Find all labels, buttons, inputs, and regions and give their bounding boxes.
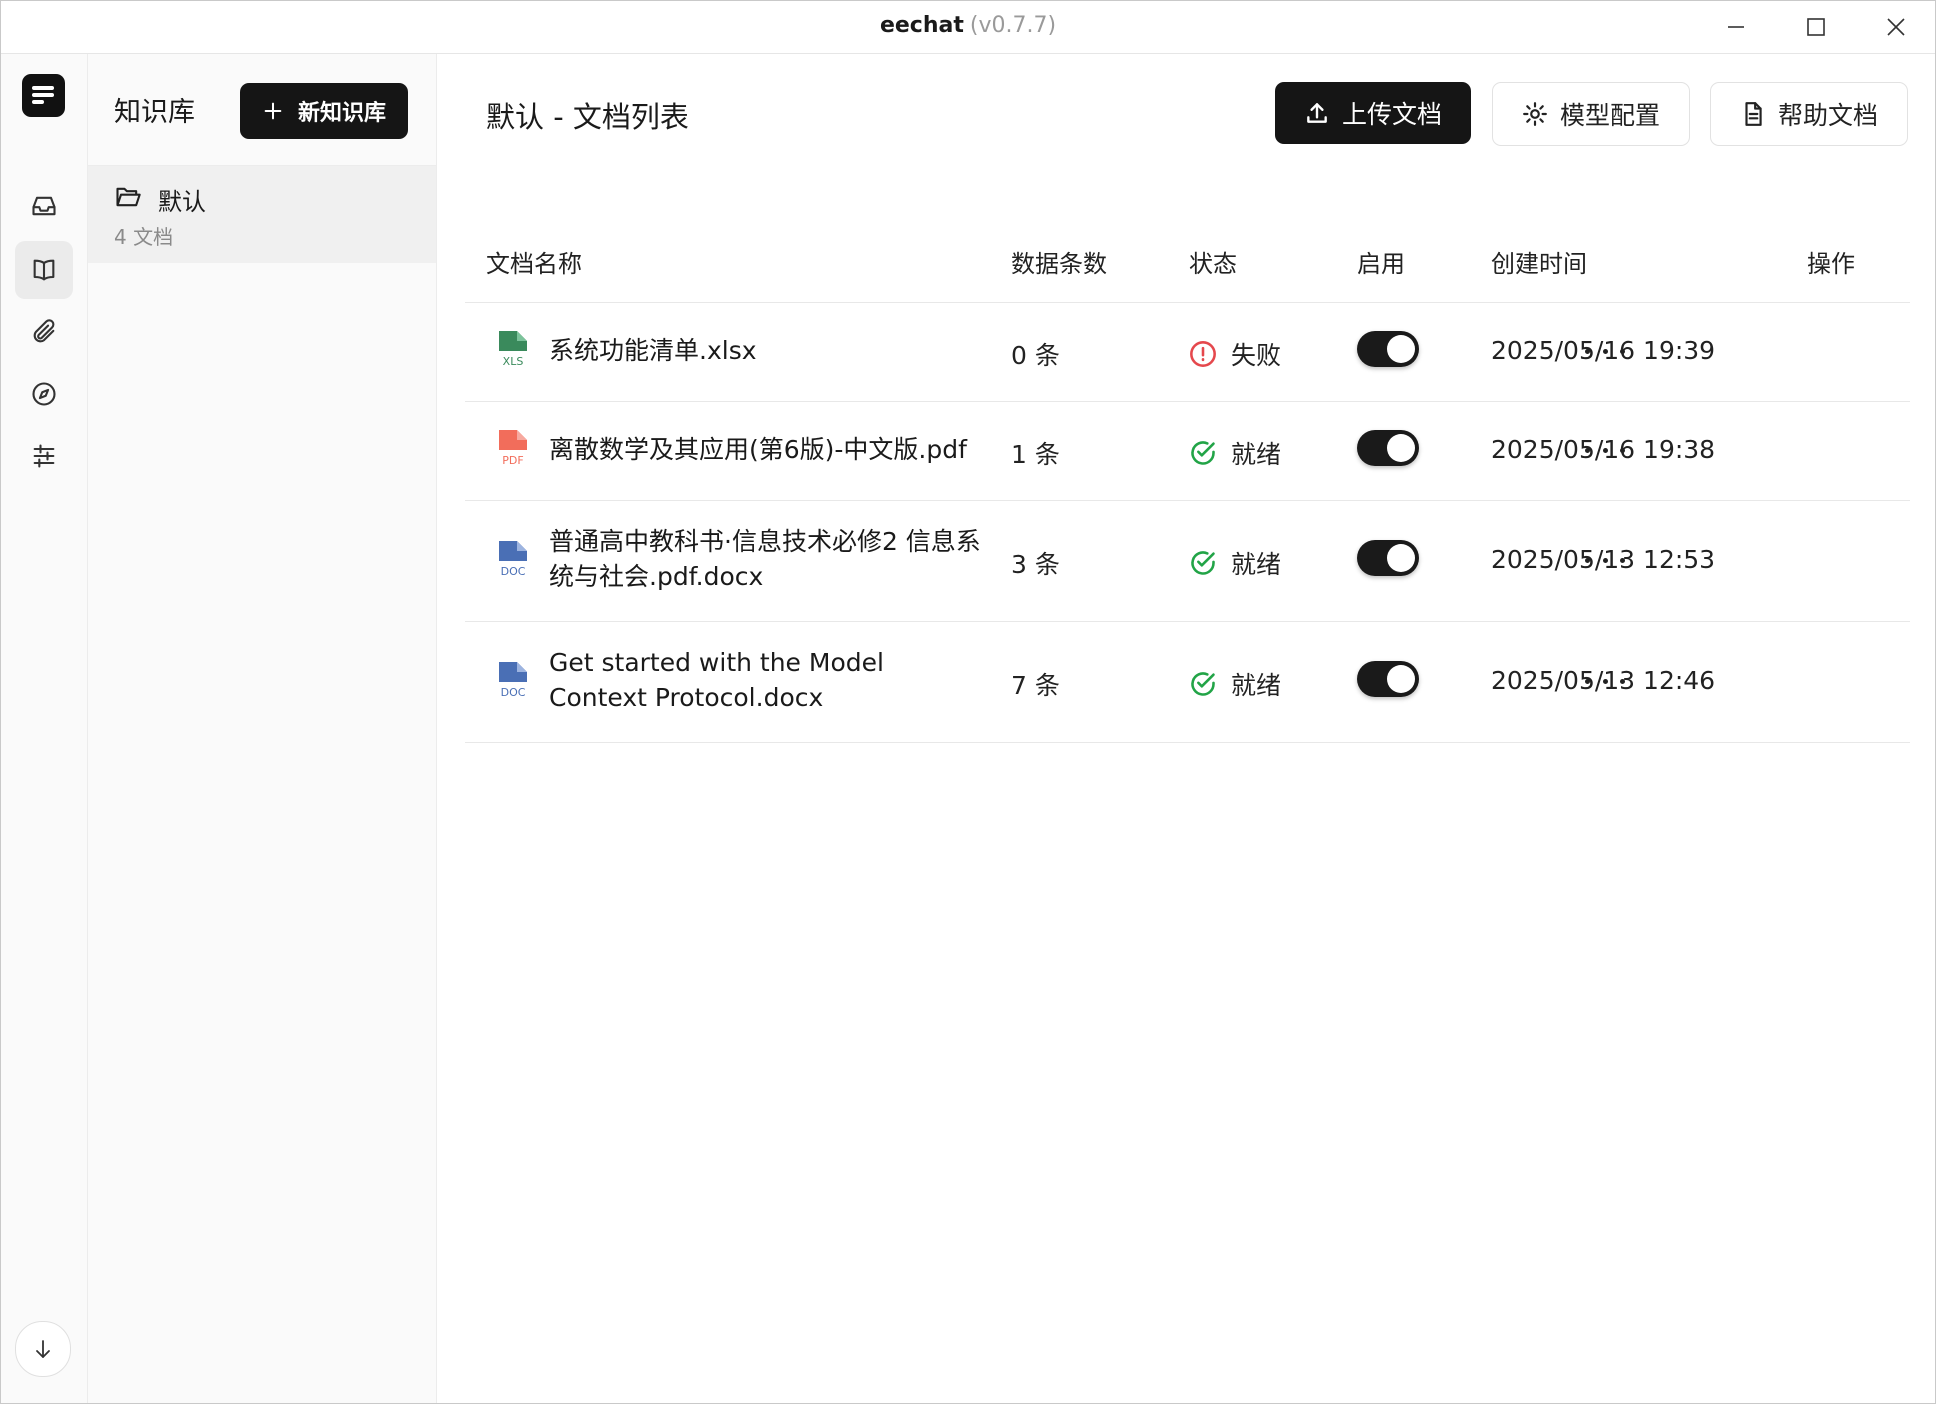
model-config-label: 模型配置	[1559, 101, 1660, 130]
document-name[interactable]: Get started with the Model Context Proto…	[549, 645, 989, 715]
pdf-file-icon: PDF	[499, 430, 527, 467]
rail-settings-button[interactable]	[15, 427, 73, 485]
col-name-header: 文档名称	[486, 250, 582, 278]
upload-document-label: 上传文档	[1341, 100, 1442, 129]
status-text: 失败	[1231, 341, 1282, 370]
record-count: 7 条	[1011, 671, 1060, 700]
sidebar-title: 知识库	[114, 97, 195, 128]
rail-download-button[interactable]	[15, 1321, 71, 1377]
table-row[interactable]: DOC Get started with the Model Context P…	[465, 622, 1910, 743]
maximize-button[interactable]	[1776, 1, 1856, 53]
icon-rail	[1, 54, 88, 1403]
close-button[interactable]	[1856, 1, 1935, 53]
col-enabled-header: 启用	[1357, 250, 1405, 278]
document-table: 文档名称 数据条数 状态 启用 创建时间 操作 XLS 系统功能清单.xlsx …	[465, 174, 1910, 743]
book-icon	[33, 259, 55, 281]
new-knowledge-base-button[interactable]: 新知识库	[240, 83, 408, 139]
title-bar: eechat (v0.7.7)	[1, 1, 1935, 54]
more-actions-button[interactable]	[1585, 440, 1625, 460]
table-row[interactable]: PDF 离散数学及其应用(第6版)-中文版.pdf 1 条 就绪 2025/05…	[465, 402, 1910, 501]
check-circle-icon	[1191, 441, 1215, 465]
document-name[interactable]: 离散数学及其应用(第6版)-中文版.pdf	[549, 432, 989, 467]
check-circle-icon	[1191, 672, 1215, 696]
window-title: eechat (v0.7.7)	[1, 13, 1935, 38]
document-name[interactable]: 系统功能清单.xlsx	[549, 333, 989, 368]
more-actions-button[interactable]	[1585, 671, 1625, 691]
doc-file-icon: DOC	[499, 541, 527, 578]
gear-icon	[1523, 102, 1547, 126]
svg-text:DOC: DOC	[501, 686, 526, 699]
rail-explore-button[interactable]	[15, 365, 73, 423]
new-knowledge-base-label: 新知识库	[297, 101, 386, 126]
sliders-icon	[33, 444, 55, 468]
table-row[interactable]: DOC 普通高中教科书·信息技术必修2 信息系统与社会.pdf.docx 3 条…	[465, 501, 1910, 622]
maximize-icon	[1807, 18, 1825, 36]
record-count: 3 条	[1011, 550, 1060, 579]
help-docs-label: 帮助文档	[1777, 101, 1878, 130]
app-logo[interactable]	[22, 74, 65, 117]
enable-toggle[interactable]	[1357, 540, 1419, 576]
plus-icon	[264, 102, 282, 120]
page-title: 默认 - 文档列表	[486, 100, 689, 134]
record-count: 1 条	[1011, 440, 1060, 469]
rail-knowledge-button[interactable]	[15, 241, 73, 299]
paperclip-icon	[33, 319, 55, 343]
upload-document-button[interactable]: 上传文档	[1275, 82, 1471, 144]
svg-text:PDF: PDF	[502, 454, 523, 467]
enable-toggle[interactable]	[1357, 430, 1419, 466]
enable-toggle[interactable]	[1357, 331, 1419, 367]
status-text: 就绪	[1231, 671, 1282, 700]
help-docs-button[interactable]: 帮助文档	[1710, 82, 1908, 146]
model-config-button[interactable]: 模型配置	[1492, 82, 1690, 146]
upload-icon	[1307, 103, 1327, 123]
compass-icon	[32, 382, 56, 406]
more-actions-button[interactable]	[1585, 550, 1625, 570]
col-created-header: 创建时间	[1491, 250, 1587, 278]
status-ready: 就绪	[1189, 545, 1281, 581]
close-icon	[1887, 18, 1905, 36]
status-ready: 就绪	[1189, 435, 1281, 471]
sidebar-header: 知识库 新知识库	[88, 54, 436, 166]
rail-inbox-button[interactable]	[15, 177, 73, 235]
minimize-icon	[1728, 26, 1744, 28]
check-circle-icon	[1191, 551, 1215, 575]
minimize-button[interactable]	[1696, 1, 1776, 53]
app-window: eechat (v0.7.7) 知识库 新知识库 默认 4 文档 默认 - 文档…	[0, 0, 1936, 1404]
more-actions-button[interactable]	[1585, 341, 1625, 361]
col-status-header: 状态	[1189, 250, 1237, 278]
document-icon	[1745, 102, 1762, 126]
status-failed: 失败	[1189, 336, 1281, 372]
app-version: (v0.7.7)	[969, 13, 1057, 38]
app-name: eechat	[879, 13, 964, 38]
table-row[interactable]: XLS 系统功能清单.xlsx 0 条 失败 2025/05/16 19:39	[465, 303, 1910, 402]
svg-text:DOC: DOC	[501, 565, 526, 578]
record-count: 0 条	[1011, 341, 1060, 370]
col-records-header: 数据条数	[1011, 250, 1107, 278]
knowledge-base-name: 默认	[158, 188, 206, 216]
status-text: 就绪	[1231, 550, 1282, 579]
status-text: 就绪	[1231, 440, 1282, 469]
folder-open-icon	[116, 187, 141, 207]
knowledge-sidebar: 知识库 新知识库 默认 4 文档	[88, 54, 437, 1403]
table-header: 文档名称 数据条数 状态 启用 创建时间 操作	[465, 174, 1910, 303]
inbox-icon	[32, 196, 56, 216]
doc-file-icon: DOC	[499, 662, 527, 699]
knowledge-base-count: 4 文档	[114, 225, 174, 249]
alert-circle-icon	[1190, 341, 1216, 367]
arrow-down-icon	[36, 1340, 50, 1358]
rail-attachment-button[interactable]	[15, 303, 73, 361]
col-actions-header: 操作	[1807, 250, 1855, 278]
status-ready: 就绪	[1189, 666, 1281, 702]
enable-toggle[interactable]	[1357, 661, 1419, 697]
sidebar-item-default[interactable]: 默认 4 文档	[88, 166, 436, 263]
xls-file-icon: XLS	[499, 331, 527, 368]
main-panel: 默认 - 文档列表 上传文档 模型配置 帮助文档 文档名称 数据条数 状态 启用…	[437, 54, 1935, 1403]
svg-text:XLS: XLS	[503, 355, 524, 368]
document-name[interactable]: 普通高中教科书·信息技术必修2 信息系统与社会.pdf.docx	[549, 524, 989, 594]
